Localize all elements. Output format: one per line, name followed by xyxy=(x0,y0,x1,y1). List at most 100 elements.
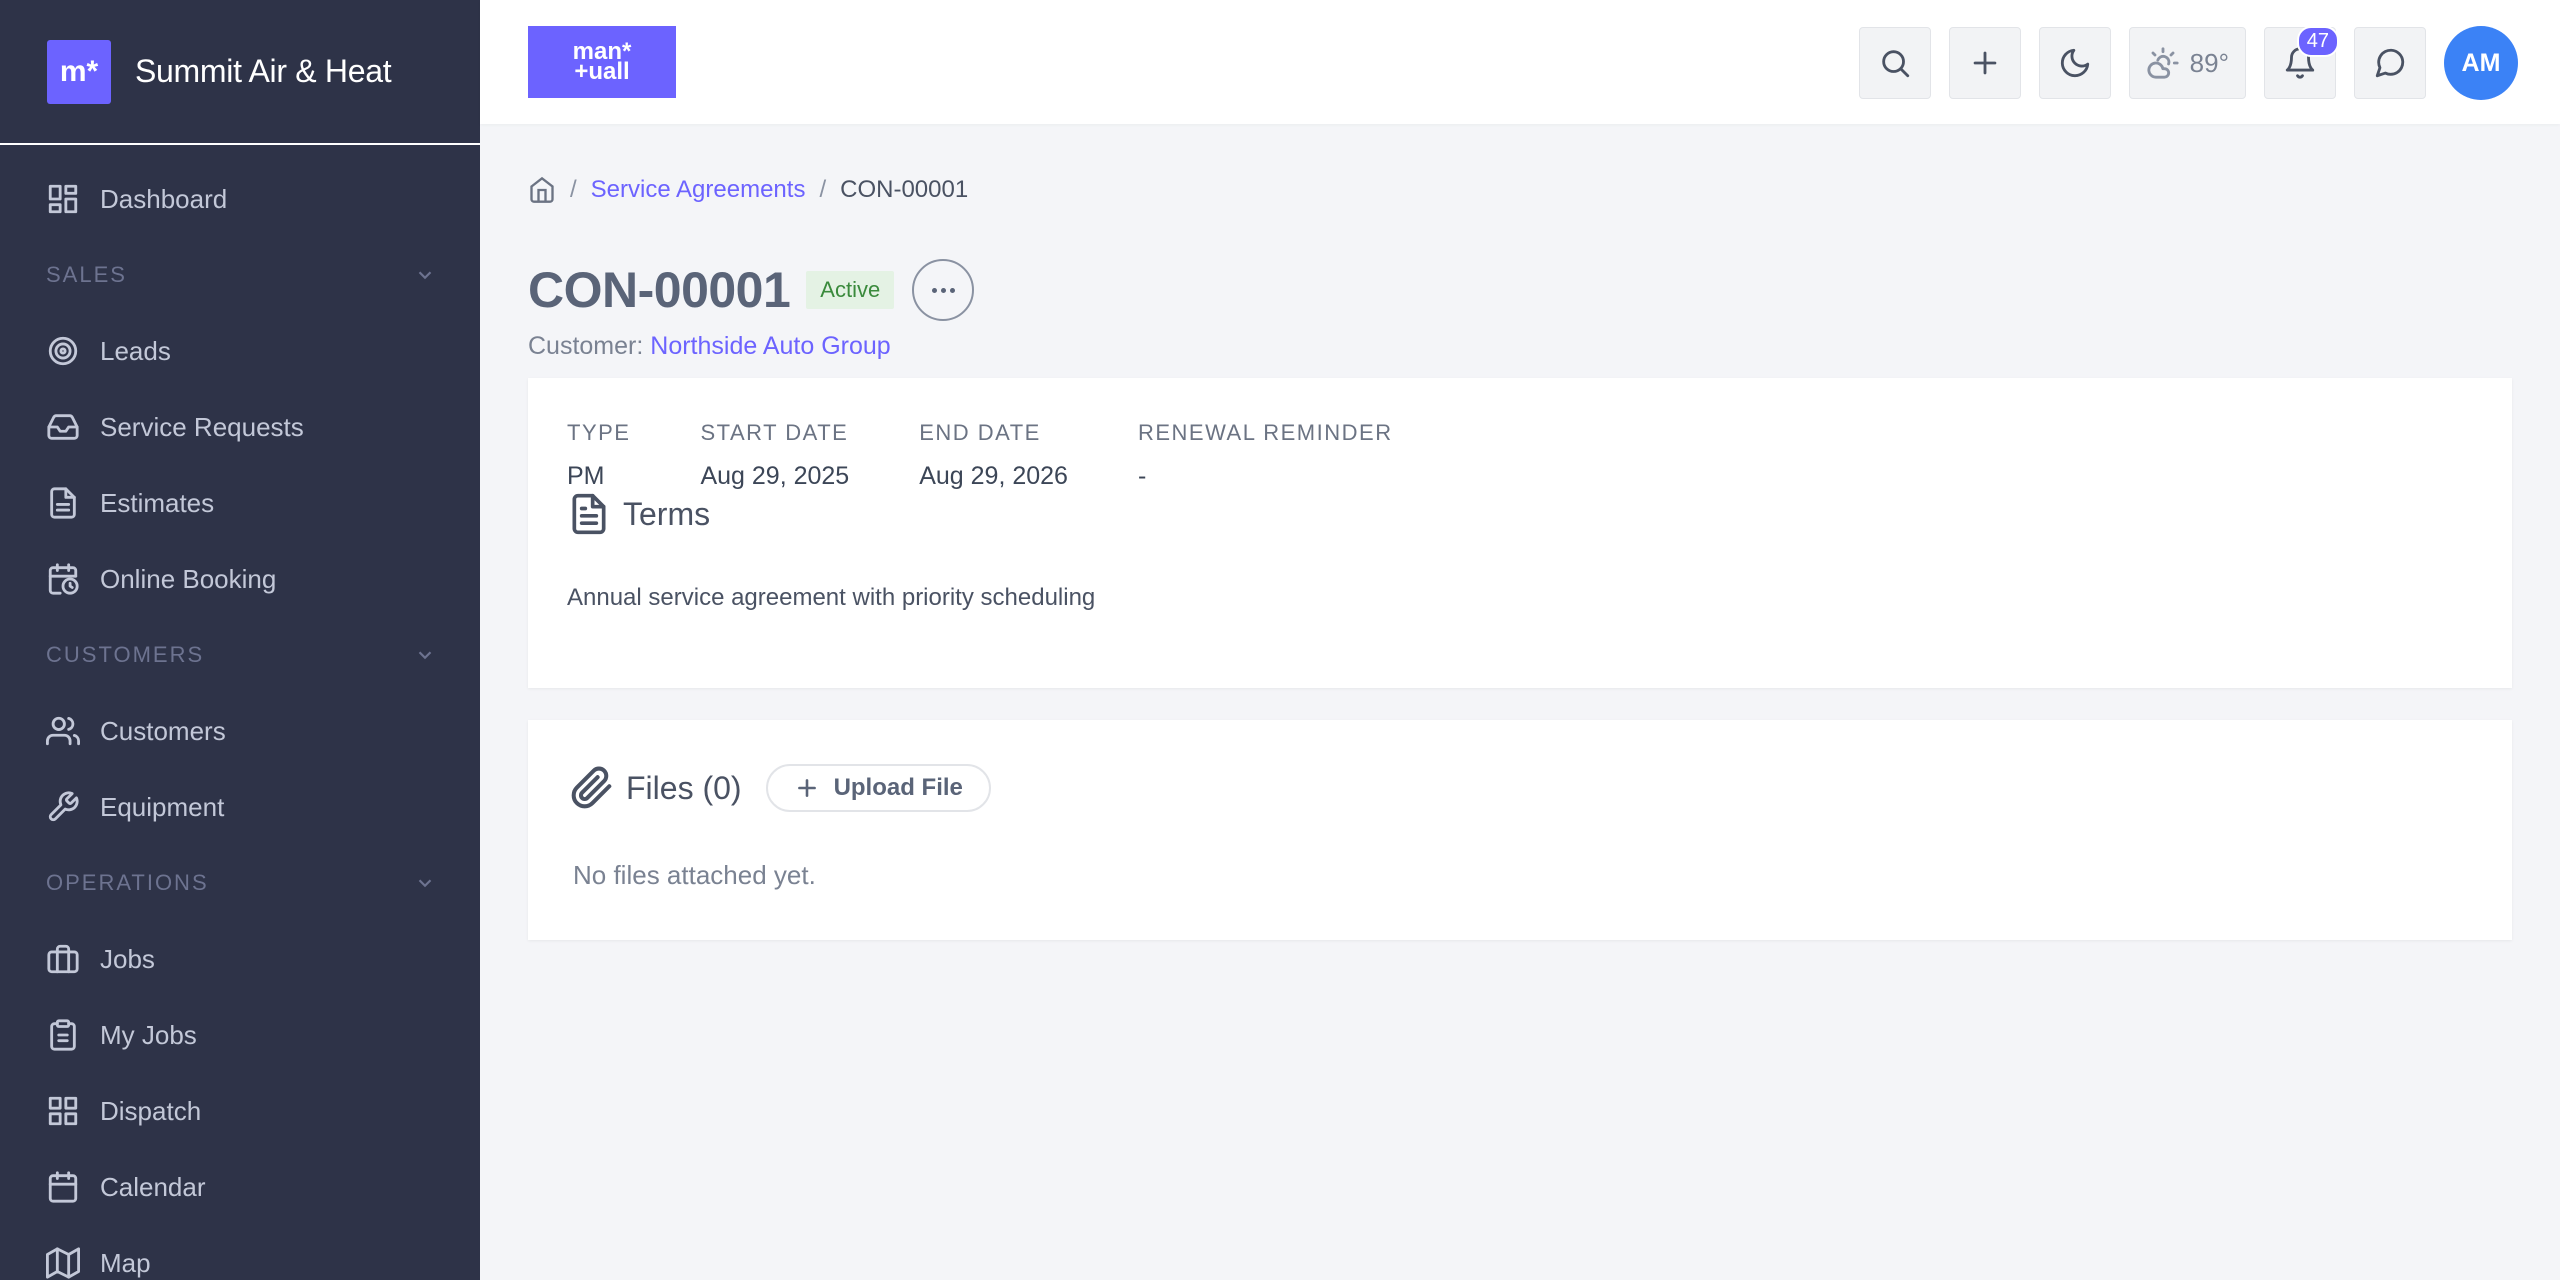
sidebar-item-service-requests[interactable]: Service Requests xyxy=(0,389,480,465)
terms-text: Annual service agreement with priority s… xyxy=(567,584,1096,611)
sidebar-item-map[interactable]: Map xyxy=(0,1225,480,1280)
files-card: Files (0) Upload File No files attached … xyxy=(528,720,2512,940)
sidebar: m* Summit Air & Heat Dashboard SALES Lea… xyxy=(0,0,480,1280)
briefcase-icon xyxy=(47,944,79,974)
notifications-button[interactable]: 47 xyxy=(2264,26,2339,99)
header-logo[interactable]: man* +uall xyxy=(528,26,676,98)
agreement-fields: TYPE PM START DATE Aug 29, 2025 END DATE… xyxy=(567,420,1463,491)
field-label: END DATE xyxy=(919,420,1041,445)
wrench-icon xyxy=(48,791,79,822)
weather-temperature: 89° xyxy=(2189,47,2229,78)
weather-widget[interactable]: 89° xyxy=(2128,27,2246,99)
messages-button[interactable] xyxy=(2354,27,2426,99)
calendar-clock-icon xyxy=(48,563,79,595)
section-label: CUSTOMERS xyxy=(46,642,205,667)
field-value: PM xyxy=(567,462,605,490)
breadcrumb-link-service-agreements[interactable]: Service Agreements xyxy=(591,176,806,204)
sidebar-item-equipment[interactable]: Equipment xyxy=(0,769,480,845)
sidebar-item-online-booking[interactable]: Online Booking xyxy=(0,541,480,617)
main-content: / Service Agreements / CON-00001 CON-000… xyxy=(528,170,2512,940)
paperclip-icon xyxy=(571,766,612,809)
sidebar-item-label: Service Requests xyxy=(100,411,304,442)
chevron-down-icon xyxy=(418,879,432,888)
sidebar-section-customers[interactable]: CUSTOMERS xyxy=(0,617,480,693)
sidebar-item-jobs[interactable]: Jobs xyxy=(0,921,480,997)
sidebar-item-label: Online Booking xyxy=(100,563,277,594)
dot xyxy=(940,287,946,293)
field-end-date: END DATE Aug 29, 2026 xyxy=(919,420,1068,491)
header-logo-line2: +uall xyxy=(574,58,630,85)
upload-file-button[interactable]: Upload File xyxy=(765,764,991,812)
document-icon xyxy=(50,487,76,519)
add-button[interactable] xyxy=(1948,27,2021,99)
map-icon xyxy=(46,1247,80,1279)
files-empty-message: No files attached yet. xyxy=(573,860,816,890)
sidebar-item-dispatch[interactable]: Dispatch xyxy=(0,1073,480,1149)
field-start-date: START DATE Aug 29, 2025 xyxy=(700,420,849,491)
dot xyxy=(931,287,937,293)
calendar-icon xyxy=(48,1171,78,1203)
terms-title: Terms xyxy=(623,495,711,532)
breadcrumb-current: CON-00001 xyxy=(840,176,969,203)
status-badge: Active xyxy=(806,271,895,309)
sidebar-item-my-jobs[interactable]: My Jobs xyxy=(0,997,480,1073)
moon-icon xyxy=(2060,48,2089,78)
files-title: Files (0) xyxy=(626,769,742,806)
title-row: CON-00001 Active xyxy=(528,258,2512,322)
plus-icon xyxy=(797,779,816,797)
theme-toggle-button[interactable] xyxy=(2038,27,2111,99)
dot xyxy=(949,287,955,293)
target-icon xyxy=(48,336,78,366)
field-label: TYPE xyxy=(567,420,631,445)
customer-link[interactable]: Northside Auto Group xyxy=(650,332,890,360)
sidebar-item-label: My Jobs xyxy=(100,1019,197,1050)
sidebar-item-label: Leads xyxy=(100,335,171,366)
sidebar-item-label: Calendar xyxy=(100,1171,206,1202)
brand-logo: m* xyxy=(47,39,111,104)
chevron-down-icon xyxy=(418,271,432,280)
terms-heading: Terms xyxy=(567,492,710,536)
field-value: Aug 29, 2026 xyxy=(919,462,1068,490)
files-heading: Files (0) Upload File xyxy=(570,764,991,812)
field-label: RENEWAL REMINDER xyxy=(1137,420,1393,445)
section-label: SALES xyxy=(46,262,127,287)
brand-name: Summit Air & Heat xyxy=(135,53,392,89)
customer-line: Customer: Northside Auto Group xyxy=(528,332,2512,361)
sidebar-item-estimates[interactable]: Estimates xyxy=(0,465,480,541)
inbox-icon xyxy=(47,414,79,440)
search-button[interactable] xyxy=(1858,27,1931,99)
sidebar-item-dashboard[interactable]: Dashboard xyxy=(0,161,480,237)
user-avatar[interactable]: AM xyxy=(2444,26,2518,100)
field-type: TYPE PM xyxy=(567,420,630,491)
chevron-down-icon xyxy=(418,651,432,660)
breadcrumb: / Service Agreements / CON-00001 xyxy=(528,170,2512,210)
clipboard-icon xyxy=(50,1019,76,1051)
sidebar-item-label: Customers xyxy=(100,715,226,746)
search-icon xyxy=(1881,50,1909,78)
sidebar-item-label: Estimates xyxy=(100,487,215,518)
agreement-details-card: TYPE PM START DATE Aug 29, 2025 END DATE… xyxy=(528,378,2512,688)
breadcrumb-separator: / xyxy=(819,176,827,203)
plus-icon xyxy=(1973,51,1997,75)
sidebar-item-customers[interactable]: Customers xyxy=(0,693,480,769)
sidebar-nav: Dashboard SALES Leads Service Requests E… xyxy=(0,145,480,1280)
sidebar-item-calendar[interactable]: Calendar xyxy=(0,1149,480,1225)
section-label: OPERATIONS xyxy=(46,870,209,895)
header-actions: 89° 47 AM xyxy=(1858,26,2518,100)
sidebar-section-sales[interactable]: SALES xyxy=(0,237,480,313)
notifications-badge: 47 xyxy=(2296,26,2339,57)
users-icon xyxy=(46,716,80,746)
sidebar-item-leads[interactable]: Leads xyxy=(0,313,480,389)
top-bar: man* +uall 89° 47 AM xyxy=(480,0,2560,124)
sidebar-section-operations[interactable]: OPERATIONS xyxy=(0,845,480,921)
home-icon[interactable] xyxy=(528,176,556,204)
more-actions-button[interactable] xyxy=(912,259,975,321)
document-icon xyxy=(572,493,606,535)
dashboard-icon xyxy=(48,184,78,214)
sidebar-item-label: Equipment xyxy=(100,791,225,822)
sidebar-item-label: Dashboard xyxy=(100,183,228,214)
chat-bubble-icon xyxy=(2375,48,2405,78)
sidebar-item-label: Dispatch xyxy=(100,1095,202,1126)
customer-prefix: Customer: xyxy=(528,332,644,360)
brand[interactable]: m* Summit Air & Heat xyxy=(0,0,480,145)
